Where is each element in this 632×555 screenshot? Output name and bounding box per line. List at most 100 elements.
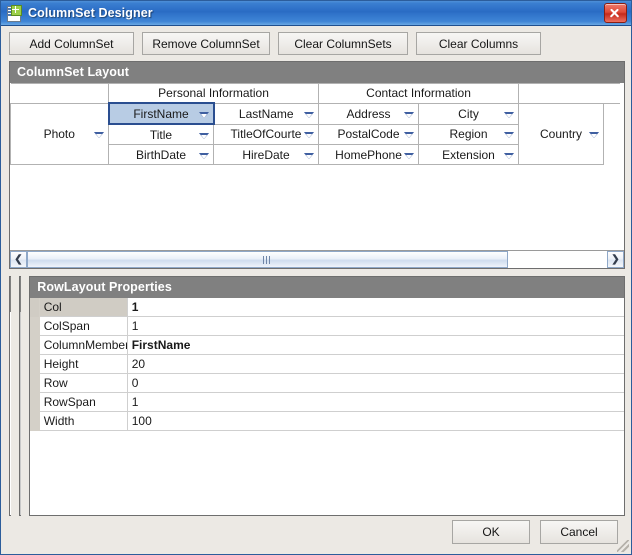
rowlayout-properties-header: RowLayout Properties — [30, 277, 624, 298]
layout-cell-label: Country — [540, 126, 583, 141]
row-gutter — [30, 298, 40, 317]
layout-cell-city[interactable]: City — [418, 102, 520, 125]
chevron-down-icon — [504, 152, 515, 159]
property-key: Row — [39, 373, 128, 393]
group-header-spacer-2 — [518, 83, 604, 104]
layout-horizontal-scrollbar[interactable]: ❮ ❯ — [10, 250, 624, 268]
layout-cell-postalcode[interactable]: PostalCode — [318, 123, 420, 145]
scroll-thumb[interactable] — [27, 251, 509, 268]
layout-cell-label: Title — [149, 127, 173, 142]
layout-cell-label: TitleOfCourte — [230, 127, 302, 142]
rowlayout-properties-panel: RowLayout Properties Col 1 ColSpan 1 Col… — [29, 276, 625, 516]
cancel-button[interactable]: Cancel — [540, 520, 618, 544]
layout-cell-empty — [603, 103, 620, 165]
table-row-selected[interactable]: Col 1 — [30, 298, 624, 317]
chevron-down-icon — [404, 152, 415, 159]
chevron-down-icon — [504, 132, 515, 139]
clear-columns-button[interactable]: Clear Columns — [416, 32, 541, 55]
table-row[interactable]: Row 0 — [30, 373, 624, 393]
property-key: RowSpan — [39, 392, 128, 412]
layout-cell-homephone[interactable]: HomePhone — [318, 144, 420, 165]
group-header-personal: Personal Information — [107, 83, 320, 104]
table-properties-header: Table Properties — [10, 277, 11, 312]
chevron-down-icon — [504, 111, 515, 118]
table-row[interactable]: RowSpan 1 — [30, 392, 624, 412]
row-gutter — [30, 392, 40, 412]
scroll-grip-icon — [263, 255, 273, 264]
layout-cell-label: LastName — [238, 106, 294, 121]
rowlayout-properties-grid: Col 1 ColSpan 1 ColumnMember FirstName H… — [30, 298, 624, 431]
layout-cell-extension[interactable]: Extension — [418, 144, 520, 165]
layout-cell-label: Extension — [442, 147, 495, 162]
property-value[interactable]: 100 — [127, 411, 624, 431]
remove-columnset-button[interactable]: Remove ColumnSet — [142, 32, 270, 55]
column-properties-header: Column Properties — [20, 277, 21, 312]
columnset-layout-panel: ColumnSet Layout Personal Information Co… — [9, 61, 625, 269]
window-title: ColumnSet Designer — [28, 6, 153, 20]
close-icon[interactable] — [604, 3, 627, 23]
chevron-down-icon — [199, 152, 209, 159]
layout-row: Photo FirstName LastName Address City Co… — [10, 102, 620, 165]
chevron-down-icon — [404, 111, 415, 118]
clear-columnsets-button[interactable]: Clear ColumnSets — [278, 32, 408, 55]
property-value[interactable]: 20 — [127, 354, 624, 374]
property-value[interactable]: 0 — [127, 373, 624, 393]
group-header-spacer — [10, 83, 109, 104]
property-value[interactable]: 1 — [127, 298, 624, 317]
column-properties-panel: Column Properties InputRequire False — [19, 276, 22, 516]
columnset-layout-header: ColumnSet Layout — [10, 62, 624, 83]
chevron-down-icon — [199, 132, 209, 139]
scroll-track[interactable] — [27, 251, 607, 268]
property-key: Col — [39, 298, 128, 317]
layout-cell-address[interactable]: Address — [318, 102, 420, 125]
property-value[interactable]: FirstName — [127, 335, 624, 355]
layout-cell-firstname[interactable]: FirstName — [107, 102, 215, 125]
group-header-spacer-3 — [603, 83, 620, 104]
rowlayout-properties-body: Col 1 ColSpan 1 ColumnMember FirstName H… — [30, 298, 624, 515]
layout-cell-label: HomePhone — [335, 147, 402, 162]
layout-cell-region[interactable]: Region — [418, 123, 520, 145]
chevron-down-icon — [198, 111, 209, 118]
layout-cell-lastname[interactable]: LastName — [212, 102, 320, 125]
group-header-row: Personal Information Contact Information — [10, 83, 620, 104]
table-row[interactable]: Height 20 — [30, 354, 624, 374]
layout-cell-label: PostalCode — [337, 127, 400, 142]
property-key: ColSpan — [39, 316, 128, 336]
chevron-down-icon — [404, 132, 415, 139]
columnset-designer-window: ColumnSet Designer Add ColumnSet Remove … — [0, 0, 632, 555]
add-columnset-button[interactable]: Add ColumnSet — [9, 32, 134, 55]
table-row[interactable]: Width 100 — [30, 411, 624, 431]
chevron-down-icon — [304, 132, 315, 139]
property-key: Width — [39, 411, 128, 431]
grid-document-icon — [6, 5, 22, 22]
layout-cell-label: BirthDate — [135, 147, 187, 162]
scroll-left-icon[interactable]: ❮ — [10, 251, 27, 268]
chevron-down-icon — [589, 131, 600, 138]
layout-cell-photo[interactable]: Photo — [10, 102, 109, 165]
layout-cell-country[interactable]: Country — [518, 102, 605, 165]
ok-button[interactable]: OK — [452, 520, 530, 544]
chevron-down-icon — [304, 111, 315, 118]
scroll-right-icon[interactable]: ❯ — [607, 251, 624, 268]
layout-cell-label: HireDate — [242, 147, 290, 162]
properties-row: Table Properties ColumnSetRowCount 3 Col… — [1, 269, 631, 516]
layout-cell-title[interactable]: Title — [108, 123, 214, 145]
title-bar: ColumnSet Designer — [1, 1, 631, 26]
chevron-down-icon — [304, 152, 315, 159]
table-row[interactable]: ColumnMember FirstName — [30, 335, 624, 355]
table-row[interactable]: ColSpan 1 — [30, 316, 624, 336]
group-header-contact: Contact Information — [318, 83, 520, 104]
table-properties-panel: Table Properties ColumnSetRowCount 3 Col… — [9, 276, 12, 516]
layout-cell-titleofcourtesy[interactable]: TitleOfCourte — [212, 123, 320, 145]
property-key: ColumnMember — [39, 335, 128, 355]
layout-cell-label: Region — [449, 127, 488, 142]
layout-cell-birthdate[interactable]: BirthDate — [108, 144, 214, 165]
layout-cell-label: Address — [346, 106, 391, 121]
window-client-area: Add ColumnSet Remove ColumnSet Clear Col… — [1, 26, 631, 554]
property-key: Height — [39, 354, 128, 374]
property-value[interactable]: 1 — [127, 316, 624, 336]
property-value[interactable]: 1 — [127, 392, 624, 412]
row-gutter — [30, 335, 40, 355]
layout-cell-hiredate[interactable]: HireDate — [212, 144, 320, 165]
row-gutter — [30, 354, 40, 374]
